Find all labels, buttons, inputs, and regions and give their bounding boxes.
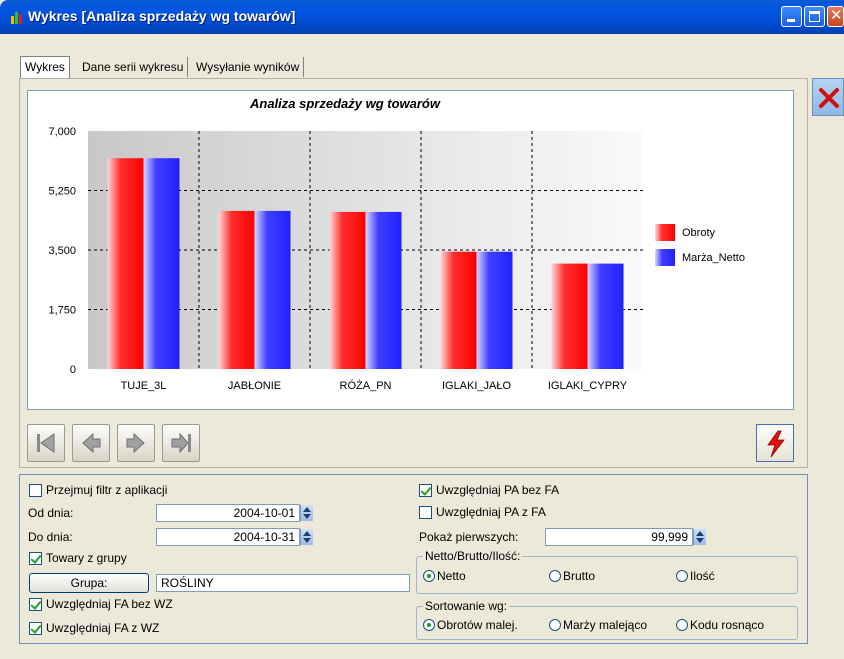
x-tick-label: TUJE_3L xyxy=(121,380,167,392)
legend-label: Obroty xyxy=(682,227,716,239)
sort-marzy-radio[interactable] xyxy=(549,619,561,631)
lightning-icon xyxy=(767,430,785,458)
y-tick-label: 1,750 xyxy=(48,305,76,317)
bar-obroty-2 xyxy=(329,211,366,369)
y-axis: 7,000 5,250 3,500 1,750 0 xyxy=(48,126,76,376)
towary-z-grupy-label: Towary z grupy xyxy=(46,551,127,565)
do-dnia-spinner[interactable] xyxy=(300,529,313,545)
minimize-icon xyxy=(787,19,795,22)
x-tick-label: RÓŻA_PN xyxy=(340,379,392,392)
pa-bez-fa-checkbox[interactable] xyxy=(419,484,432,497)
x-axis: TUJE_3L JABŁONIE RÓŻA_PN IGLAKI_JAŁO IGLAKI_… xyxy=(121,379,628,392)
legend-swatch-marża_netto xyxy=(655,249,675,266)
pa-z-fa-checkbox[interactable] xyxy=(419,506,432,519)
bar-marża_netto-2 xyxy=(365,211,402,369)
fa-bez-wz-label: Uwzględniaj FA bez WZ xyxy=(46,597,173,611)
spinner-arrows-icon xyxy=(303,507,311,519)
y-tick-label: 5,250 xyxy=(48,186,76,198)
spinner-arrows-icon xyxy=(303,531,311,543)
do-dnia-label: Do dnia: xyxy=(28,530,73,544)
bar-marża_netto-0 xyxy=(143,158,180,369)
legend-label: Marża_Netto xyxy=(682,252,745,264)
y-tick-label: 0 xyxy=(70,364,76,376)
last-record-button[interactable] xyxy=(162,424,200,462)
pokaz-pierwszych-input[interactable]: 99,999 xyxy=(545,528,693,546)
first-record-button[interactable] xyxy=(27,424,65,462)
next-record-icon xyxy=(126,432,145,454)
bar-chart-icon xyxy=(11,12,22,24)
x-tick-label: JABŁONIE xyxy=(228,380,281,392)
bar-obroty-1 xyxy=(218,210,255,369)
przejmuj-filtr-label: Przejmuj filtr z aplikacji xyxy=(46,483,168,497)
maximize-button[interactable] xyxy=(804,6,825,27)
pa-z-fa-label: Uwzględniaj PA z FA xyxy=(436,505,546,519)
sortowanie-group-title: Sortowanie wg: xyxy=(423,599,510,613)
minimize-button[interactable] xyxy=(781,6,802,27)
last-record-icon xyxy=(171,432,191,454)
bar-marża_netto-1 xyxy=(254,210,291,369)
netto-radio[interactable] xyxy=(423,570,435,582)
fa-z-wz-checkbox[interactable] xyxy=(29,622,42,635)
ilosc-radio[interactable] xyxy=(676,570,688,582)
legend-swatch-obroty xyxy=(655,224,675,241)
od-dnia-input[interactable]: 2004-10-01 xyxy=(156,504,300,522)
close-button[interactable]: ✕ xyxy=(827,6,844,27)
brutto-radio[interactable] xyxy=(549,570,561,582)
netto-brutto-group-title: Netto/Brutto/Ilość: xyxy=(423,549,523,563)
netto-label: Netto xyxy=(437,569,466,583)
chart-title: Analiza sprzedaży wg towarów xyxy=(249,96,441,111)
bar-marża_netto-4 xyxy=(587,263,624,369)
sort-obrotow-radio[interactable] xyxy=(423,619,435,631)
pokaz-pierwszych-spinner[interactable] xyxy=(693,529,706,545)
next-record-button[interactable] xyxy=(117,424,155,462)
od-dnia-spinner[interactable] xyxy=(300,505,313,521)
ilosc-label: Ilość xyxy=(690,569,715,583)
sort-marzy-label: Marży malejąco xyxy=(563,618,648,632)
first-record-icon xyxy=(37,433,55,453)
towary-z-grupy-checkbox[interactable] xyxy=(29,552,42,565)
y-tick-label: 3,500 xyxy=(48,245,76,257)
cancel-button[interactable] xyxy=(812,78,844,116)
od-dnia-label: Od dnia: xyxy=(28,506,74,520)
fa-bez-wz-checkbox[interactable] xyxy=(29,598,42,611)
grupa-input[interactable]: ROŚLINY xyxy=(156,574,410,592)
prev-record-icon xyxy=(82,432,101,454)
tab-wysylanie-wynikow[interactable]: Wysyłanie wyników xyxy=(192,57,305,77)
prev-record-button[interactable] xyxy=(72,424,110,462)
bar-obroty-4 xyxy=(551,263,588,369)
red-x-icon xyxy=(819,88,839,108)
run-button[interactable] xyxy=(756,424,794,462)
pokaz-pierwszych-label: Pokaż pierwszych: xyxy=(419,530,519,544)
bar-chart: Analiza sprzedaży wg towarów 7,000 5,250 3… xyxy=(48,96,745,392)
bar-obroty-3 xyxy=(440,251,477,369)
tab-dane-serii[interactable]: Dane serii wykresu xyxy=(78,57,189,77)
x-tick-label: IGLAKI_CYPRY xyxy=(548,380,628,392)
przejmuj-filtr-checkbox[interactable] xyxy=(29,484,42,497)
spinner-arrows-icon xyxy=(696,531,704,543)
sort-kodu-label: Kodu rosnąco xyxy=(690,618,765,632)
close-icon: ✕ xyxy=(830,6,843,24)
window-title: Wykres [Analiza sprzedaży wg towarów] xyxy=(28,8,296,24)
y-tick-label: 7,000 xyxy=(48,126,76,138)
bar-obroty-0 xyxy=(107,158,144,369)
sort-obrotow-label: Obrotów malej. xyxy=(437,618,518,632)
tab-wykres[interactable]: Wykres xyxy=(20,56,70,78)
grupa-button[interactable]: Grupa: xyxy=(29,573,149,593)
do-dnia-input[interactable]: 2004-10-31 xyxy=(156,528,300,546)
x-tick-label: IGLAKI_JAŁO xyxy=(442,380,512,392)
sort-kodu-radio[interactable] xyxy=(676,619,688,631)
legend: Obroty Marża_Netto xyxy=(655,224,745,266)
brutto-label: Brutto xyxy=(563,569,596,583)
pa-bez-fa-label: Uwzględniaj PA bez FA xyxy=(436,483,560,497)
maximize-icon xyxy=(809,11,820,22)
fa-z-wz-label: Uwzględniaj FA z WZ xyxy=(46,621,160,635)
bar-marża_netto-3 xyxy=(476,251,513,369)
